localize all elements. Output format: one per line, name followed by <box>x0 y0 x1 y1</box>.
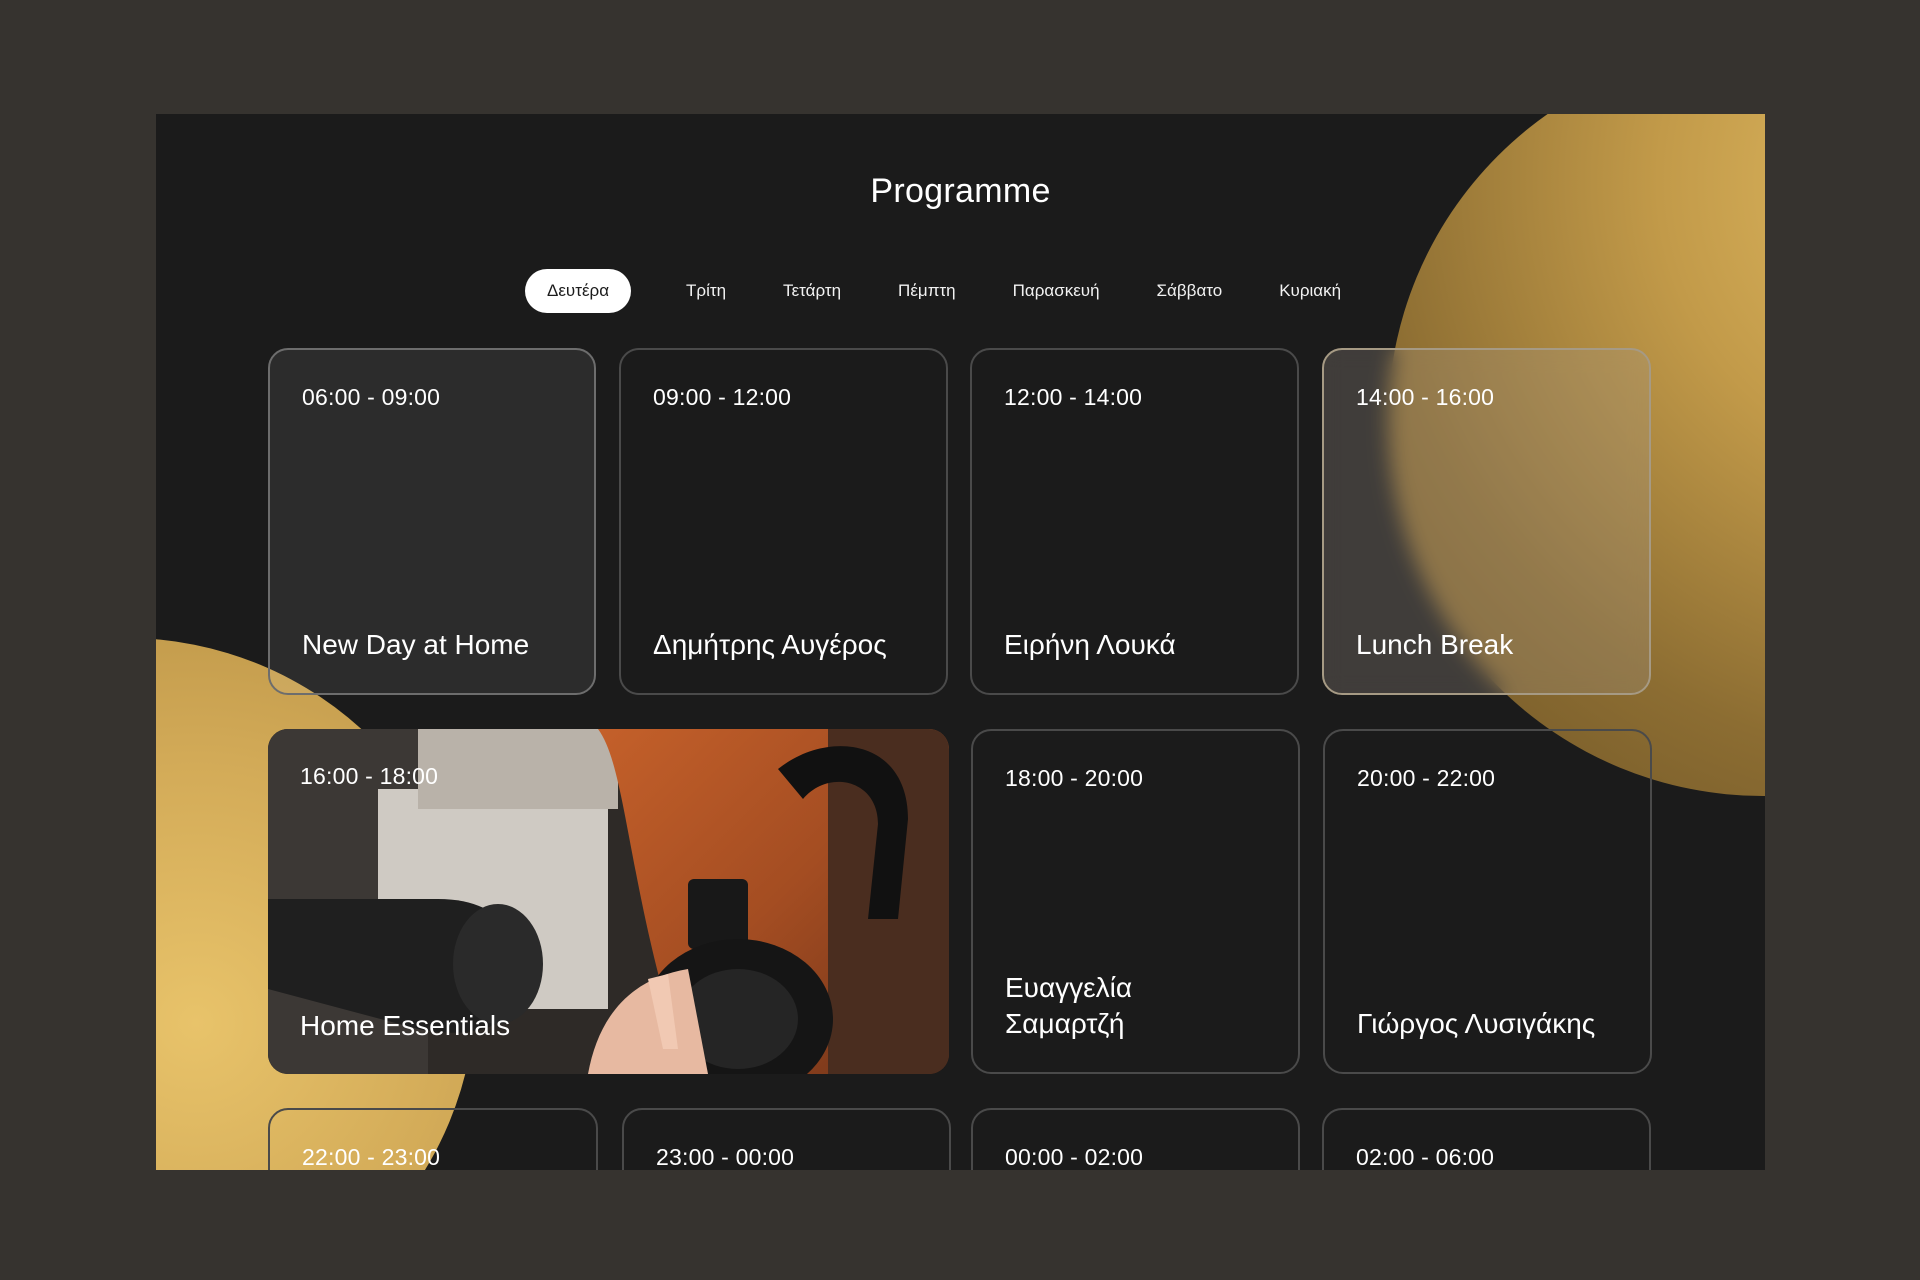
show-name: Lunch Break <box>1356 629 1514 660</box>
tab-monday[interactable]: Δευτέρα <box>525 269 632 313</box>
show-name: Γιώργος Λυσιγάκης <box>1357 1008 1596 1039</box>
show-time: 23:00 - 00:00 <box>656 1144 795 1170</box>
show-card[interactable]: 18:00 - 20:00 Ευαγγελία Σαμαρτζή <box>971 729 1300 1074</box>
show-time: 18:00 - 20:00 <box>1005 765 1144 791</box>
show-time: 22:00 - 23:00 <box>302 1144 441 1170</box>
show-card[interactable]: 20:00 - 22:00 Γιώργος Λυσιγάκης <box>1323 729 1652 1074</box>
show-time: 02:00 - 06:00 <box>1356 1144 1495 1170</box>
show-name: New Day at Home <box>302 629 530 660</box>
show-card[interactable]: 02:00 - 06:00 <box>1322 1108 1651 1170</box>
page-title: Programme <box>870 172 1051 210</box>
show-card[interactable]: 12:00 - 14:00 Ειρήνη Λουκά <box>970 348 1299 695</box>
day-tabs: Δευτέρα Τρίτη Τετάρτη Πέμπτη Παρασκευή Σ… <box>525 269 1341 313</box>
tab-saturday[interactable]: Σάββατο <box>1157 269 1223 313</box>
tab-thursday[interactable]: Πέμπτη <box>898 269 956 313</box>
show-time: 06:00 - 09:00 <box>302 384 441 410</box>
show-time: 14:00 - 16:00 <box>1356 384 1495 410</box>
show-name: Δημήτρης Αυγέρος <box>653 629 887 660</box>
show-time: 12:00 - 14:00 <box>1004 384 1143 410</box>
show-time: 16:00 - 18:00 <box>300 763 439 789</box>
tab-sunday[interactable]: Κυριακή <box>1279 269 1341 313</box>
show-time: 20:00 - 22:00 <box>1357 765 1496 791</box>
tab-tuesday[interactable]: Τρίτη <box>686 269 726 313</box>
show-time: 00:00 - 02:00 <box>1005 1144 1144 1170</box>
show-card[interactable]: 22:00 - 23:00 <box>268 1108 598 1170</box>
show-card[interactable]: 09:00 - 12:00 Δημήτρης Αυγέρος <box>619 348 948 695</box>
show-time: 09:00 - 12:00 <box>653 384 792 410</box>
show-card[interactable]: 23:00 - 00:00 <box>622 1108 951 1170</box>
show-card[interactable]: 14:00 - 16:00 Lunch Break <box>1322 348 1651 695</box>
show-card[interactable]: 06:00 - 09:00 New Day at Home <box>268 348 596 695</box>
show-name: Ευαγγελία Σαμαρτζή <box>1005 972 1133 1039</box>
show-name: Home Essentials <box>300 1010 511 1041</box>
tab-friday[interactable]: Παρασκευή <box>1013 269 1100 313</box>
show-card[interactable]: 00:00 - 02:00 <box>971 1108 1300 1170</box>
tab-wednesday[interactable]: Τετάρτη <box>783 269 841 313</box>
featured-show-card[interactable]: 16:00 - 18:00 Home Essentials <box>268 729 949 1074</box>
show-name: Ειρήνη Λουκά <box>1004 629 1176 660</box>
programme-screen: Programme Δευτέρα Τρίτη Τετάρτη Πέμπτη Π… <box>156 114 1765 1170</box>
